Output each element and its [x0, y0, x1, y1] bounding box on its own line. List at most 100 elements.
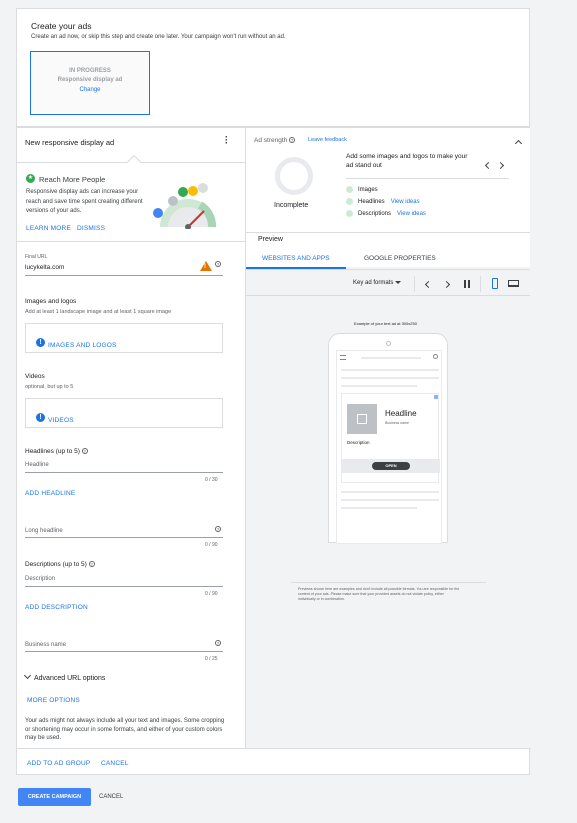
final-url-input[interactable]: lucykelta.com — [25, 264, 64, 271]
more-vert-icon[interactable]: · · · — [225, 133, 229, 148]
next-format-icon[interactable] — [442, 280, 451, 289]
key-ad-formats-dropdown[interactable]: Key ad formats — [353, 280, 402, 286]
business-name-count: 0 / 25 — [205, 656, 218, 662]
long-headline-help-icon[interactable]: ? — [215, 526, 221, 532]
add-headline-button[interactable]: ADD HEADLINE — [25, 490, 75, 497]
strength-status: Incomplete — [274, 202, 309, 209]
ad-strength-help-icon[interactable]: ? — [289, 137, 296, 144]
footer-divider — [17, 748, 531, 749]
phone-base-line — [291, 582, 486, 583]
collapse-chevron-icon[interactable] — [514, 139, 523, 148]
headlines-help-icon[interactable]: ? — [81, 448, 88, 455]
strength-item-descriptions: Descriptions View ideas — [346, 210, 426, 217]
descriptions-help-icon[interactable]: ? — [88, 561, 95, 568]
warning-icon — [200, 261, 212, 271]
promo-box: ★ Reach More People Responsive display a… — [17, 163, 245, 241]
pause-icon[interactable] — [464, 280, 470, 288]
videos-button[interactable]: ! VIDEOS — [25, 398, 223, 428]
description-underline — [25, 586, 223, 587]
images-logos-button[interactable]: ! IMAGES AND LOGOS — [25, 323, 223, 353]
item-dot — [346, 186, 353, 193]
leave-feedback-link[interactable]: Leave feedback — [308, 137, 347, 143]
learn-more-link[interactable]: LEARN MORE — [26, 225, 71, 232]
strength-item-label: Headlines — [358, 199, 385, 206]
long-headline-underline — [25, 537, 223, 538]
phone-screen: Headline Business name Description OPEN — [336, 350, 442, 544]
content-line — [341, 377, 439, 379]
ad-business-name: Business name — [385, 421, 409, 425]
images-button-label: IMAGES AND LOGOS — [48, 342, 117, 349]
ad-strength-label: Ad strength — [254, 137, 288, 144]
mobile-view-icon[interactable] — [492, 278, 498, 289]
add-to-ad-group-button[interactable]: ADD TO AD GROUP — [27, 760, 90, 767]
ad-type-card[interactable]: IN PROGRESS Responsive display ad Change — [30, 51, 150, 115]
final-url-label: Final URL — [25, 254, 48, 260]
ad-editor-container: New responsive display ad · · · ★ Reach Mo… — [16, 127, 531, 775]
business-name-underline — [25, 651, 223, 652]
promo-divider — [17, 241, 245, 242]
ad-cta-button: OPEN — [372, 462, 410, 470]
headlines-title-text: Headlines (up to 5) — [25, 448, 80, 455]
promo-text: Responsive display ads can increase your… — [26, 189, 143, 214]
item-dot — [346, 198, 353, 205]
search-icon — [433, 354, 438, 359]
videos-title: Videos — [25, 373, 45, 380]
editor-title: New responsive display ad — [25, 138, 115, 147]
cancel-ad-button[interactable]: CANCEL — [101, 760, 129, 767]
ad-unit: Headline Business name Description OPEN — [341, 393, 440, 483]
headline-underline — [25, 472, 223, 473]
more-options-button[interactable]: MORE OPTIONS — [27, 697, 80, 704]
headline-count: 0 / 30 — [205, 477, 218, 483]
tabs-divider — [246, 269, 530, 270]
description-count: 0 / 90 — [205, 591, 218, 597]
description-input[interactable]: Description — [25, 576, 55, 582]
ad-cta-bar: OPEN — [342, 459, 440, 473]
long-headline-input[interactable]: Long headline — [25, 528, 63, 534]
info-icon: ! — [36, 413, 45, 423]
tab-websites-apps[interactable]: WEBSITES AND APPS — [262, 255, 330, 262]
warning-exclamation: ! — [204, 264, 206, 270]
descriptions-title: Descriptions (up to 5) ? — [25, 561, 95, 568]
ad-choices-icon — [434, 395, 438, 399]
tab-google-properties[interactable]: GOOGLE PROPERTIES — [364, 255, 436, 262]
long-headline-count: 0 / 90 — [205, 542, 218, 548]
final-url-help-icon[interactable]: ? — [215, 261, 221, 267]
headlines-title: Headlines (up to 5) ? — [25, 448, 88, 455]
preview-footnote: Previews shown here are examples and don… — [298, 587, 460, 601]
headline-input[interactable]: Headline — [25, 462, 49, 468]
strength-item-images: Images — [346, 186, 378, 193]
desktop-view-icon[interactable] — [508, 280, 519, 287]
add-description-button[interactable]: ADD DESCRIPTION — [25, 604, 88, 611]
toolbar-bottom-divider — [246, 295, 530, 296]
view-ideas-descriptions-link[interactable]: View ideas — [397, 211, 426, 217]
business-name-help-icon[interactable]: ? — [215, 640, 221, 646]
ad-strength-title: Ad strength ? — [254, 137, 296, 144]
preview-title: Preview — [258, 236, 283, 243]
content-line — [341, 369, 439, 371]
dropdown-arrow-icon — [395, 280, 402, 284]
dismiss-link[interactable]: DISMISS — [77, 225, 105, 232]
toolbar-separator — [414, 276, 415, 292]
descriptions-title-text: Descriptions (up to 5) — [25, 561, 87, 568]
create-campaign-button[interactable]: CREATE CAMPAIGN — [18, 788, 91, 806]
content-line — [341, 499, 439, 501]
content-line — [341, 507, 417, 509]
promo-title: Reach More People — [39, 175, 106, 184]
url-bar — [361, 357, 421, 359]
tip-prev-icon[interactable] — [484, 161, 493, 170]
content-line — [341, 491, 439, 493]
strength-item-headlines: Headlines View ideas — [346, 198, 420, 205]
business-name-input[interactable]: Business name — [25, 642, 66, 648]
strength-item-label: Images — [358, 187, 378, 194]
change-link[interactable]: Change — [31, 87, 149, 93]
cancel-campaign-button[interactable]: CANCEL — [99, 794, 123, 800]
tip-next-icon[interactable] — [496, 161, 505, 170]
create-ads-card: Create your ads Create an ad now, or ski… — [16, 8, 530, 127]
ad-strength-panel: Ad strength ? Leave feedback Incomplete … — [246, 128, 530, 233]
view-ideas-headlines-link[interactable]: View ideas — [391, 199, 420, 205]
advanced-url-toggle[interactable]: Advanced URL options — [23, 671, 105, 682]
chevron-down-icon — [23, 671, 32, 680]
ad-status: IN PROGRESS — [69, 68, 111, 74]
ad-type-label: Responsive display ad — [57, 77, 123, 83]
prev-format-icon[interactable] — [424, 280, 433, 289]
